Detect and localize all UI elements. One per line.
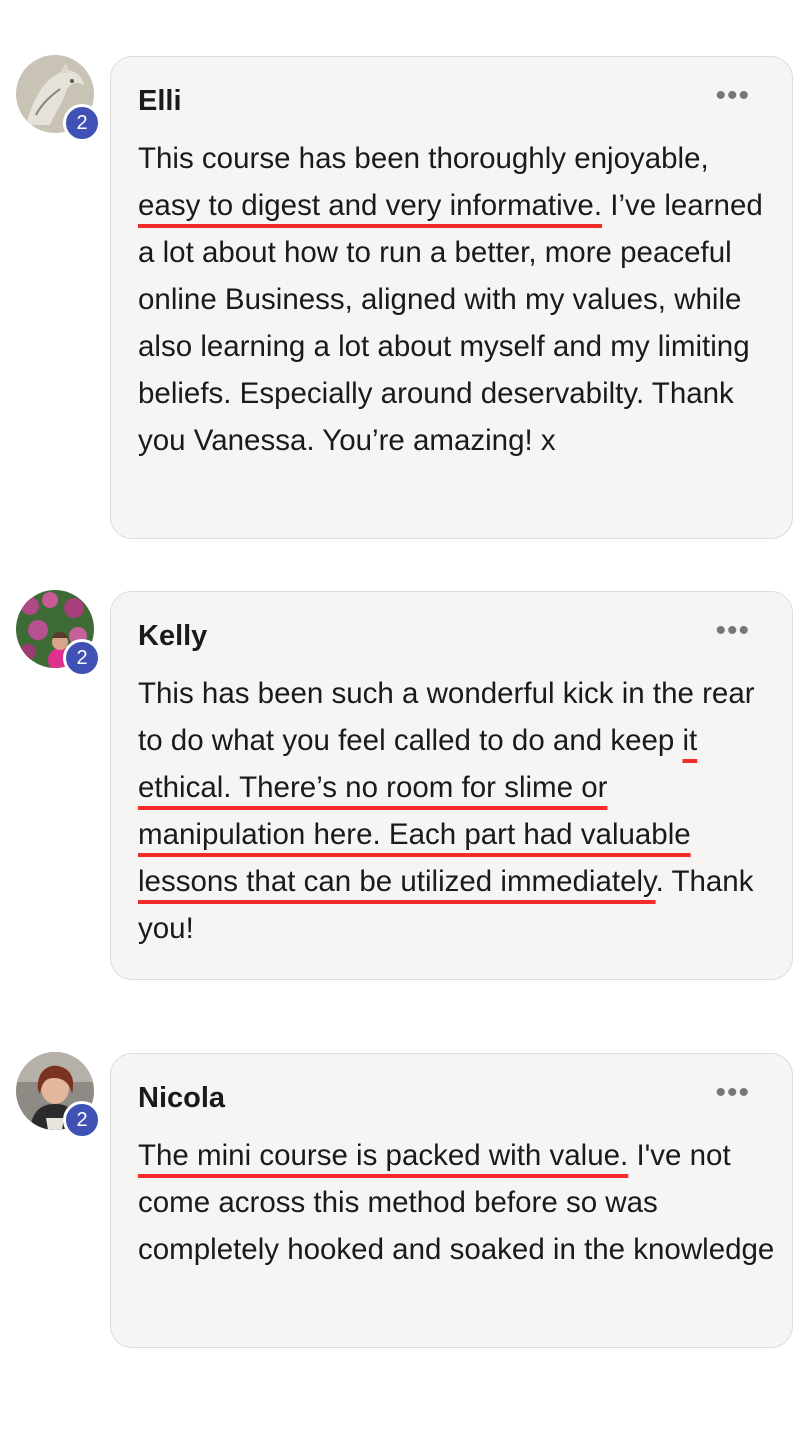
avatar-container[interactable]: 2	[16, 55, 101, 142]
badge-count: 2	[63, 104, 101, 142]
highlighted-text-segment: easy to digest and very informative.	[138, 189, 603, 222]
more-options-icon[interactable]: •••	[715, 79, 750, 113]
more-options-icon[interactable]: •••	[715, 1076, 750, 1110]
comment-text-segment: This course has been thoroughly enjoyabl…	[138, 142, 709, 175]
comment-bubble: Kelly ••• This has been such a wonderful…	[110, 591, 793, 980]
author-name[interactable]: Nicola	[138, 1082, 225, 1115]
badge-count: 2	[63, 1101, 101, 1139]
comment-text-segment: This has been such a wonderful kick in t…	[138, 677, 755, 757]
more-options-icon[interactable]: •••	[715, 614, 750, 648]
comment-bubble: Nicola ••• The mini course is packed wit…	[110, 1053, 793, 1348]
comment-text: The mini course is packed with value. I'…	[138, 1132, 778, 1273]
comment-bubble: Elli ••• This course has been thoroughly…	[110, 56, 793, 539]
author-name[interactable]: Elli	[138, 85, 182, 118]
comment-text: This has been such a wonderful kick in t…	[138, 670, 778, 952]
highlighted-text-segment: The mini course is packed with value.	[138, 1139, 629, 1172]
avatar-container[interactable]: 2	[16, 1052, 101, 1139]
badge-count: 2	[63, 639, 101, 677]
author-name[interactable]: Kelly	[138, 620, 207, 653]
comment-text: This course has been thoroughly enjoyabl…	[138, 135, 778, 464]
avatar-container[interactable]: 2	[16, 590, 101, 677]
comment-text-segment: I’ve learned a lot about how to run a be…	[138, 189, 763, 457]
